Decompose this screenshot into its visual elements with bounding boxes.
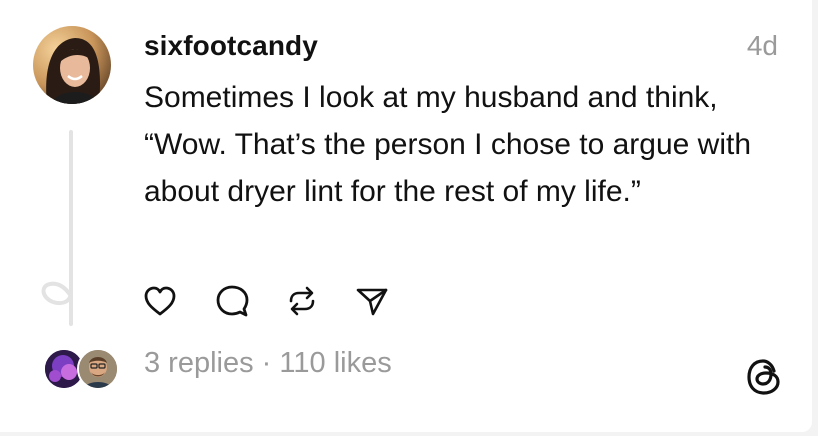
post-text: Sometimes I look at my husband and think… <box>144 81 752 208</box>
like-button[interactable] <box>142 283 178 319</box>
likes-count[interactable]: 110 likes <box>279 347 391 379</box>
username[interactable]: sixfootcandy <box>144 30 318 62</box>
thread-loop-icon <box>41 272 73 306</box>
repost-icon <box>289 286 315 316</box>
threads-logo-icon[interactable] <box>744 357 784 397</box>
share-button[interactable] <box>354 283 390 319</box>
comment-bubble-icon <box>216 285 249 317</box>
post-card[interactable]: sixfootcandy 4d Sometimes I look at my h… <box>0 0 812 432</box>
replies-count[interactable]: 3 replies <box>144 347 254 379</box>
author-avatar[interactable] <box>33 26 111 104</box>
replier-avatars[interactable] <box>43 348 123 390</box>
repost-button[interactable] <box>284 283 320 319</box>
heart-icon <box>144 286 176 316</box>
replier-avatar <box>77 348 119 390</box>
post-stats: 3 replies · 110 likes <box>144 347 392 380</box>
reply-button[interactable] <box>214 283 250 319</box>
send-icon <box>356 288 388 316</box>
timestamp[interactable]: 4d <box>747 30 778 62</box>
stats-separator: · <box>253 347 280 379</box>
